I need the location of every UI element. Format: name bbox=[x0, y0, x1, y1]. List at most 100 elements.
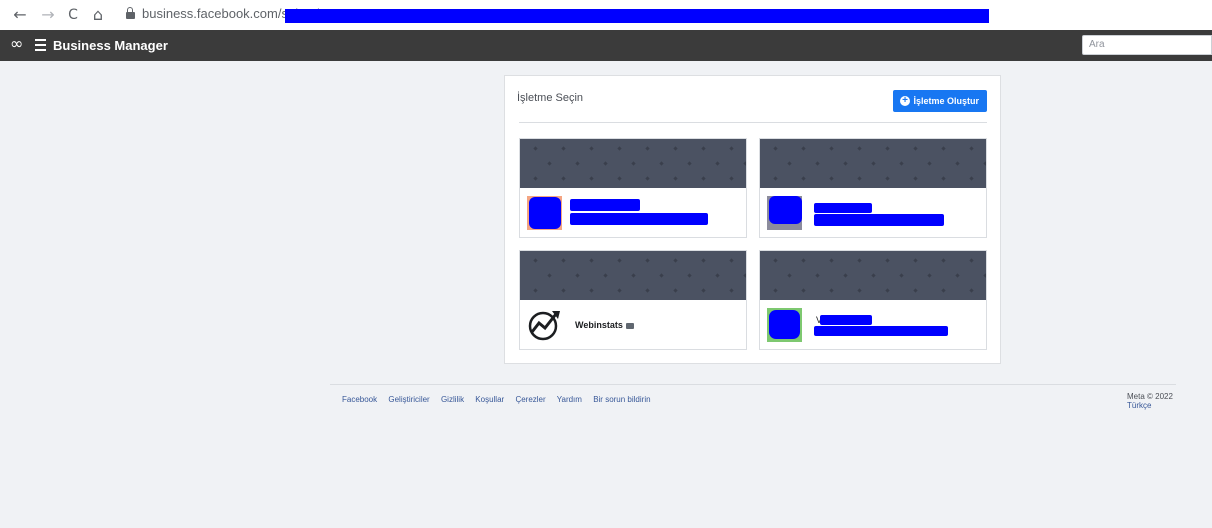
cover-pattern-mark bbox=[773, 288, 778, 293]
cover-pattern-mark bbox=[701, 146, 706, 151]
footer-link-help[interactable]: Yardım bbox=[557, 395, 582, 404]
app-title[interactable]: Business Manager bbox=[53, 38, 168, 53]
divider bbox=[519, 122, 987, 123]
business-card[interactable] bbox=[519, 138, 747, 238]
cover-pattern-mark bbox=[857, 176, 862, 181]
cover-pattern-mark bbox=[773, 258, 778, 263]
cover-pattern-mark bbox=[659, 161, 664, 166]
create-business-button[interactable]: + İşletme Oluştur bbox=[893, 90, 987, 112]
page-title: İşletme Seçin bbox=[517, 92, 584, 104]
business-card[interactable] bbox=[759, 138, 987, 238]
cover-pattern-mark bbox=[617, 176, 622, 181]
footer-divider bbox=[330, 384, 1176, 385]
cover-pattern-mark bbox=[673, 176, 678, 181]
cover-pattern-mark bbox=[955, 161, 960, 166]
cover-pattern-mark bbox=[673, 288, 678, 293]
cover-pattern-mark bbox=[801, 258, 806, 263]
redacted-name bbox=[814, 203, 872, 213]
cover-pattern-mark bbox=[533, 146, 538, 151]
footer-link-cookies[interactable]: Çerezler bbox=[515, 395, 545, 404]
footer-link-developers[interactable]: Geliştiriciler bbox=[388, 395, 429, 404]
cover-pattern-mark bbox=[729, 146, 734, 151]
cover-pattern-mark bbox=[603, 161, 608, 166]
cover-pattern-mark bbox=[829, 258, 834, 263]
cover-pattern-mark bbox=[801, 146, 806, 151]
meta-logo-icon[interactable]: ∞ bbox=[10, 36, 30, 52]
footer-link-terms[interactable]: Koşullar bbox=[475, 395, 504, 404]
cover-pattern-mark bbox=[561, 258, 566, 263]
cover-pattern-mark bbox=[773, 146, 778, 151]
cover-pattern-mark bbox=[857, 288, 862, 293]
create-business-label: İşletme Oluştur bbox=[913, 96, 979, 106]
cover-pattern-mark bbox=[659, 273, 664, 278]
cover-pattern-mark bbox=[941, 146, 946, 151]
cover-pattern-mark bbox=[575, 273, 580, 278]
cover-pattern-mark bbox=[843, 273, 848, 278]
cover-pattern-mark bbox=[857, 258, 862, 263]
briefcase-icon bbox=[625, 323, 634, 329]
cover-pattern-mark bbox=[673, 258, 678, 263]
cover-pattern-mark bbox=[787, 161, 792, 166]
cover-pattern-mark bbox=[871, 161, 876, 166]
lock-icon bbox=[126, 7, 135, 19]
cover-pattern-mark bbox=[927, 273, 932, 278]
cover-pattern-mark bbox=[913, 146, 918, 151]
avatar bbox=[767, 308, 802, 342]
card-cover bbox=[760, 139, 986, 188]
home-icon[interactable]: ⌂ bbox=[88, 5, 108, 25]
cover-pattern-mark bbox=[533, 258, 538, 263]
redacted-url bbox=[285, 9, 989, 23]
cover-pattern-mark bbox=[829, 288, 834, 293]
cover-pattern-mark bbox=[787, 273, 792, 278]
cover-pattern-mark bbox=[913, 176, 918, 181]
business-card[interactable]: V bbox=[759, 250, 987, 350]
cover-pattern-mark bbox=[941, 258, 946, 263]
browser-toolbar: ← → C ⌂ business.facebook.com/select/? bbox=[0, 0, 1212, 31]
cover-pattern-mark bbox=[899, 273, 904, 278]
cover-pattern-mark bbox=[815, 273, 820, 278]
copyright: Meta © 2022 bbox=[1127, 392, 1173, 401]
reload-icon[interactable]: C bbox=[63, 5, 83, 25]
cover-pattern-mark bbox=[955, 273, 960, 278]
avatar bbox=[767, 196, 802, 230]
cover-pattern-mark bbox=[715, 273, 720, 278]
cover-pattern-mark bbox=[561, 176, 566, 181]
cover-pattern-mark bbox=[829, 146, 834, 151]
avatar bbox=[527, 196, 562, 230]
cover-pattern-mark bbox=[589, 176, 594, 181]
cover-pattern-mark bbox=[913, 288, 918, 293]
menu-icon[interactable] bbox=[35, 39, 46, 51]
cover-pattern-mark bbox=[575, 161, 580, 166]
language-link[interactable]: Türkçe bbox=[1127, 401, 1173, 410]
footer-link-facebook[interactable]: Facebook bbox=[342, 395, 377, 404]
business-select-panel: İşletme Seçin + İşletme Oluştur Webinsta… bbox=[504, 75, 1001, 364]
footer-link-privacy[interactable]: Gizlilik bbox=[441, 395, 464, 404]
cover-pattern-mark bbox=[801, 288, 806, 293]
back-icon[interactable]: ← bbox=[10, 5, 30, 25]
cover-pattern-mark bbox=[701, 288, 706, 293]
cover-pattern-mark bbox=[729, 176, 734, 181]
cover-pattern-mark bbox=[969, 258, 974, 263]
app-header: ∞ Business Manager bbox=[0, 30, 1212, 61]
cover-pattern-mark bbox=[645, 258, 650, 263]
redacted-id bbox=[814, 326, 948, 336]
cover-pattern-mark bbox=[729, 258, 734, 263]
business-card[interactable]: Webinstats bbox=[519, 250, 747, 350]
cover-pattern-mark bbox=[631, 273, 636, 278]
cover-pattern-mark bbox=[533, 288, 538, 293]
cover-pattern-mark bbox=[715, 161, 720, 166]
redacted-name bbox=[570, 199, 640, 211]
cover-pattern-mark bbox=[829, 176, 834, 181]
cover-pattern-mark bbox=[885, 146, 890, 151]
footer-link-report-problem[interactable]: Bir sorun bildirin bbox=[593, 395, 650, 404]
search-input[interactable]: Ara bbox=[1082, 35, 1212, 55]
cover-pattern-mark bbox=[969, 176, 974, 181]
redacted-id bbox=[814, 214, 944, 226]
cover-pattern-mark bbox=[983, 161, 986, 166]
forward-icon[interactable]: → bbox=[38, 5, 58, 25]
cover-pattern-mark bbox=[843, 161, 848, 166]
cover-pattern-mark bbox=[743, 273, 746, 278]
business-name: Webinstats bbox=[575, 320, 634, 330]
footer-links: Facebook Geliştiriciler Gizlilik Koşulla… bbox=[342, 395, 660, 404]
cover-pattern-mark bbox=[533, 176, 538, 181]
